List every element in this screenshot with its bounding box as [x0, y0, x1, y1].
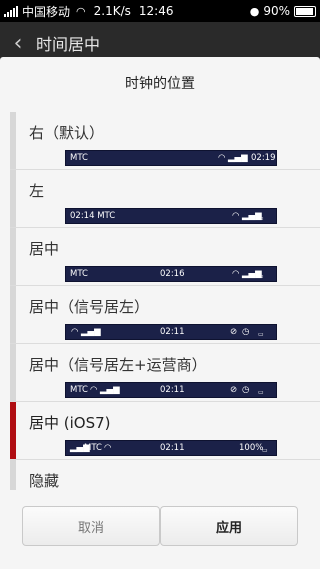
battery-icon: ▭	[258, 389, 264, 396]
preview-time: 02:11	[160, 385, 185, 395]
option-label: 居中（信号居左）	[29, 298, 150, 316]
dialog-title: 时钟的位置	[125, 76, 195, 92]
wifi-icon: ◠	[76, 4, 86, 18]
dialog-buttons: 取消 应用	[0, 506, 320, 548]
battery-icon: ▭	[258, 273, 264, 280]
signal-icon: ▂▄▆	[100, 385, 120, 395]
option-rail-selected	[10, 402, 16, 459]
preview-carrier: MTC	[84, 443, 102, 453]
page-title: 时间居中	[36, 35, 101, 54]
option-hidden[interactable]: 隐藏	[10, 460, 320, 490]
option-left[interactable]: 左 02:14 MTC ◠ ▂▄▆ ▭	[10, 170, 320, 228]
wifi-icon: ◠	[232, 269, 240, 279]
wifi-icon: ◠	[71, 327, 79, 337]
statusbar-preview: ▂▄▆ MTC ◠ 02:11 100% ▭	[65, 440, 277, 456]
preview-time: 02:19	[251, 153, 276, 163]
preview-carrier: MTC	[70, 153, 88, 163]
option-label: 居中	[29, 240, 60, 258]
wifi-icon: ◠	[218, 153, 226, 163]
wifi-icon: ◠	[90, 385, 98, 395]
battery-icon	[294, 5, 316, 17]
option-center-signal-left[interactable]: 居中（信号居左） ◠ ▂▄▆ 02:11 ⊘ ◷ ▭	[10, 286, 320, 344]
alarm-icon: ◷	[242, 327, 250, 337]
clock-position-dialog: 时钟的位置 右（默认） MTC ◠ ▂▄▆ ▭ 02:19 左 02:14 MT…	[0, 57, 320, 569]
battery-icon: ▭	[242, 157, 248, 164]
option-center[interactable]: 居中 MTC 02:16 ◠ ▂▄▆ ▭	[10, 228, 320, 286]
statusbar-preview: MTC 02:16 ◠ ▂▄▆ ▭	[65, 266, 277, 282]
signal-icon	[4, 5, 18, 17]
statusbar-preview: MTC ◠ ▂▄▆ ▭ 02:19	[65, 150, 277, 166]
preview-battery-percent: 100%	[239, 443, 264, 453]
option-rail	[10, 228, 16, 285]
mute-icon: ⊘	[230, 327, 238, 337]
cancel-button[interactable]: 取消	[22, 506, 160, 546]
option-rail	[10, 286, 16, 343]
preview-carrier: MTC	[70, 385, 88, 395]
carrier-name: 中国移动	[22, 4, 71, 19]
statusbar-preview: MTC ◠ ▂▄▆ 02:11 ⊘ ◷ ▭	[65, 382, 277, 398]
wifi-icon: ◠	[104, 443, 112, 453]
preview-time: 02:16	[160, 269, 185, 279]
option-list: 右（默认） MTC ◠ ▂▄▆ ▭ 02:19 左 02:14 MTC ◠ ▂▄…	[10, 112, 320, 545]
option-label: 右（默认）	[29, 124, 105, 142]
option-rail	[10, 460, 16, 490]
option-label: 隐藏	[29, 472, 60, 490]
battery-icon: ▭	[258, 331, 264, 338]
statusbar-preview: ◠ ▂▄▆ 02:11 ⊘ ◷ ▭	[65, 324, 277, 340]
option-label: 左	[29, 182, 45, 200]
preview-time: 02:11	[160, 327, 185, 337]
apply-button[interactable]: 应用	[160, 506, 298, 546]
option-rail	[10, 112, 16, 169]
preview-time-carrier: 02:14 MTC	[70, 211, 116, 221]
clock: 12:46	[138, 4, 174, 18]
wifi-icon: ◠	[232, 211, 240, 221]
status-bar: 中国移动 ◠ 2.1K/s 12:46 ● 90%	[0, 0, 320, 22]
battery-icon: ▭	[262, 447, 268, 454]
option-label: 居中（信号居左+运营商）	[29, 356, 207, 374]
option-rail	[10, 170, 16, 227]
option-center-signal-left-carrier[interactable]: 居中（信号居左+运营商） MTC ◠ ▂▄▆ 02:11 ⊘ ◷ ▭	[10, 344, 320, 402]
option-right-default[interactable]: 右（默认） MTC ◠ ▂▄▆ ▭ 02:19	[10, 112, 320, 170]
battery-icon: ▭	[258, 215, 264, 222]
battery-percent: 90%	[263, 4, 290, 18]
mute-icon: ⊘	[230, 385, 238, 395]
cat-icon: ●	[249, 4, 260, 18]
alarm-icon: ◷	[242, 385, 250, 395]
option-center-ios7[interactable]: 居中 (iOS7) ▂▄▆ MTC ◠ 02:11 100% ▭	[10, 402, 320, 460]
signal-icon: ▂▄▆	[81, 327, 101, 337]
back-icon[interactable]: ‹	[0, 31, 36, 56]
option-rail	[10, 344, 16, 401]
option-label: 居中 (iOS7)	[29, 414, 111, 432]
network-speed: 2.1K/s	[93, 4, 131, 18]
preview-carrier: MTC	[70, 269, 88, 279]
preview-time: 02:11	[160, 443, 185, 453]
statusbar-preview: 02:14 MTC ◠ ▂▄▆ ▭	[65, 208, 277, 224]
